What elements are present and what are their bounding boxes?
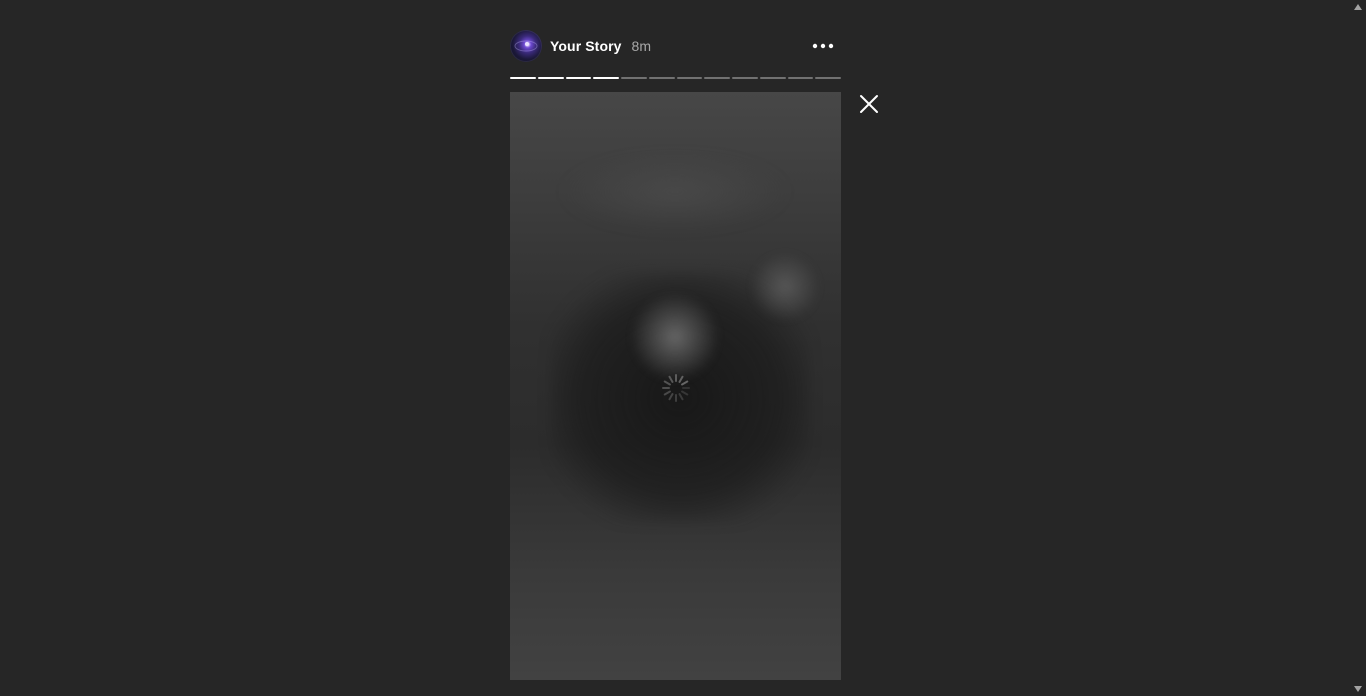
- progress-segment: [787, 77, 814, 79]
- avatar[interactable]: [510, 30, 542, 62]
- progress-segment: [759, 77, 786, 79]
- close-icon: [860, 95, 878, 113]
- story-progress-bar: [510, 77, 841, 79]
- progress-segment: [732, 77, 758, 79]
- more-options-icon: [812, 43, 834, 49]
- story-timestamp: 8m: [631, 38, 651, 54]
- more-options-button[interactable]: [811, 37, 835, 55]
- progress-segment: [648, 77, 675, 79]
- story-viewer: Your Story 8m: [0, 0, 1366, 696]
- loading-spinner-icon: [662, 374, 690, 402]
- media-blur-layer: [630, 292, 720, 382]
- progress-segment: [704, 77, 730, 79]
- close-button[interactable]: [857, 92, 881, 116]
- story-header: Your Story 8m: [510, 29, 841, 63]
- progress-segment: [621, 77, 647, 79]
- progress-segment: [676, 77, 703, 79]
- scroll-up-arrow-icon[interactable]: [1353, 3, 1363, 11]
- progress-segment: [565, 77, 592, 79]
- story-username[interactable]: Your Story: [550, 38, 622, 54]
- story-media[interactable]: [510, 92, 841, 680]
- media-blur-layer: [750, 252, 820, 322]
- progress-segment: [537, 77, 564, 79]
- progress-segment: [815, 77, 841, 79]
- progress-segment: [593, 77, 619, 79]
- media-blur-layer: [560, 152, 790, 232]
- progress-segment: [510, 77, 536, 79]
- scroll-down-arrow-icon[interactable]: [1353, 685, 1363, 693]
